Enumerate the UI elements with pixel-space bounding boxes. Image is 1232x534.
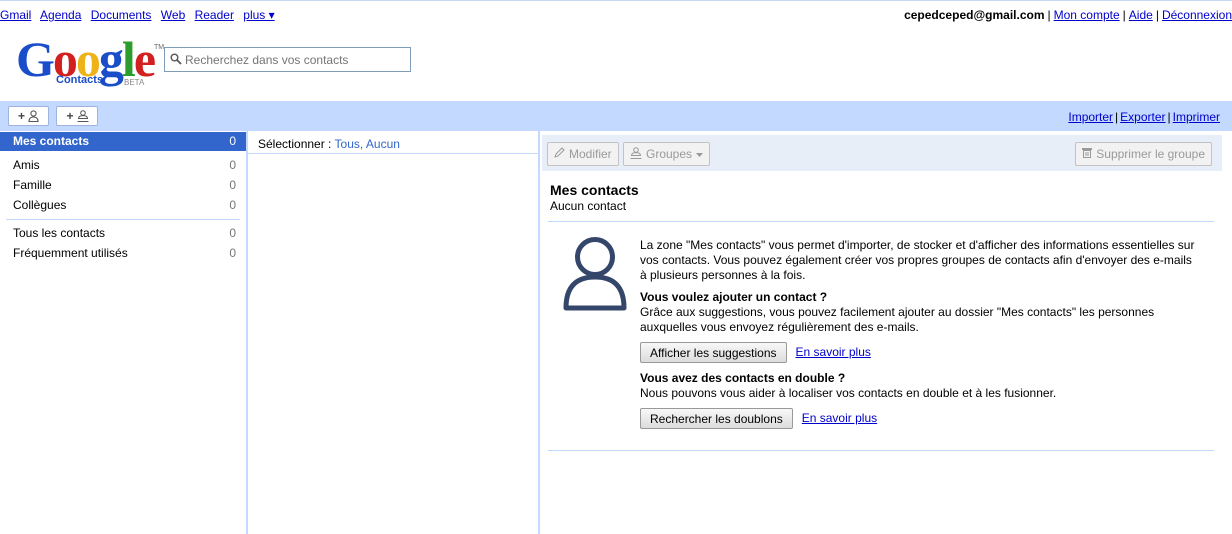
group-item-friends[interactable]: Amis 0 bbox=[0, 155, 246, 175]
details-divider-top bbox=[548, 221, 1214, 222]
group-count: 0 bbox=[229, 226, 236, 240]
delete-group-button[interactable]: Supprimer le groupe bbox=[1075, 142, 1212, 166]
group-count: 0 bbox=[229, 198, 236, 212]
groups-panel: Mes contacts 0 Amis 0 Famille 0 Collègue… bbox=[0, 131, 248, 534]
plus-label: + bbox=[17, 109, 25, 123]
add-group-button[interactable]: + bbox=[56, 106, 98, 126]
select-all-link[interactable]: Tous bbox=[335, 137, 360, 151]
user-bar: cepedceped@gmail.com | Mon compte | Aide | Déc… bbox=[904, 8, 1232, 22]
group-item-family[interactable]: Famille 0 bbox=[0, 175, 246, 195]
group-count: 0 bbox=[229, 178, 236, 192]
user-email: cepedceped@gmail.com bbox=[904, 8, 1045, 22]
top-navigation: Gmail Agenda Documents Web Reader plus ▾… bbox=[0, 0, 1232, 28]
reader-link[interactable]: Reader bbox=[195, 8, 234, 22]
separator: | bbox=[1167, 110, 1171, 124]
group-divider bbox=[6, 219, 240, 220]
duplicates-text: Nous pouvons vous aider à localiser vos … bbox=[640, 386, 1057, 400]
empty-state-info: La zone "Mes contacts" vous permet d'imp… bbox=[640, 238, 1200, 437]
details-subtitle: Aucun contact bbox=[550, 199, 627, 213]
group-label: Mes contacts bbox=[13, 134, 90, 148]
search-icon bbox=[170, 53, 182, 65]
agenda-link[interactable]: Agenda bbox=[40, 8, 81, 22]
trash-icon bbox=[1082, 147, 1093, 161]
learn-more-link[interactable]: En savoir plus bbox=[796, 345, 871, 360]
more-products-link[interactable]: plus ▾ bbox=[243, 8, 274, 22]
delete-group-label: Supprimer le groupe bbox=[1096, 147, 1205, 161]
logo-letter: G bbox=[16, 31, 55, 87]
help-link[interactable]: Aide bbox=[1129, 8, 1153, 22]
google-contacts-logo[interactable]: Google TM Contacts BETA bbox=[16, 31, 164, 90]
contact-details-panel: Modifier Groupes Supprimer le groupe Mes… bbox=[542, 131, 1232, 534]
search-box[interactable] bbox=[164, 47, 411, 72]
group-item-frequent[interactable]: Fréquemment utilisés 0 bbox=[0, 243, 246, 263]
find-duplicates-button[interactable]: Rechercher les doublons bbox=[640, 408, 793, 429]
group-count: 0 bbox=[229, 134, 236, 148]
groups-label: Groupes bbox=[646, 147, 693, 161]
group-label: Amis bbox=[13, 158, 40, 172]
select-none-link[interactable]: Aucun bbox=[366, 137, 400, 151]
separator: | bbox=[1155, 8, 1159, 22]
list-header-rule bbox=[248, 153, 538, 154]
export-link[interactable]: Exporter bbox=[1120, 110, 1165, 124]
group-count: 0 bbox=[229, 246, 236, 260]
gmail-link[interactable]: Gmail bbox=[0, 8, 31, 22]
print-link[interactable]: Imprimer bbox=[1173, 110, 1220, 124]
top-rule bbox=[0, 0, 1232, 1]
import-export-links: Importer | Exporter | Imprimer bbox=[1068, 110, 1220, 124]
web-link[interactable]: Web bbox=[161, 8, 185, 22]
avatar-icon bbox=[562, 234, 628, 312]
learn-more-link[interactable]: En savoir plus bbox=[802, 411, 877, 426]
group-item-colleagues[interactable]: Collègues 0 bbox=[0, 195, 246, 215]
my-account-link[interactable]: Mon compte bbox=[1054, 8, 1120, 22]
product-links: Gmail Agenda Documents Web Reader plus ▾ bbox=[0, 8, 275, 22]
separator: | bbox=[1115, 110, 1119, 124]
import-link[interactable]: Importer bbox=[1068, 110, 1113, 124]
selection-row: Sélectionner : Tous, Aucun bbox=[258, 137, 400, 151]
logo-trademark: TM bbox=[154, 44, 165, 51]
logo-product-name: Contacts bbox=[56, 74, 104, 86]
select-label: Sélectionner : bbox=[258, 137, 332, 151]
suggestions-actions: Afficher les suggestions En savoir plus bbox=[640, 342, 1200, 363]
person-add-icon bbox=[28, 110, 39, 123]
details-toolbar: Modifier Groupes Supprimer le groupe bbox=[542, 135, 1222, 171]
logout-link[interactable]: Déconnexion bbox=[1162, 8, 1232, 22]
add-contact-button[interactable]: + bbox=[8, 106, 49, 126]
group-label: Famille bbox=[13, 178, 52, 192]
edit-label: Modifier bbox=[569, 147, 612, 161]
separator: | bbox=[1122, 8, 1126, 22]
duplicates-heading: Vous avez des contacts en double ? bbox=[640, 371, 846, 385]
dropdown-arrow-icon bbox=[696, 147, 704, 161]
duplicates-actions: Rechercher les doublons En savoir plus bbox=[640, 408, 1200, 429]
group-item-my-contacts[interactable]: Mes contacts 0 bbox=[0, 132, 246, 151]
groups-dropdown-button[interactable]: Groupes bbox=[623, 142, 711, 166]
group-add-icon bbox=[77, 110, 88, 122]
group-label: Collègues bbox=[13, 198, 67, 212]
details-divider-bottom bbox=[548, 450, 1214, 451]
group-label: Fréquemment utilisés bbox=[13, 246, 128, 260]
search-input[interactable] bbox=[185, 50, 407, 69]
logo-beta-tag: BETA bbox=[124, 78, 145, 87]
documents-link[interactable]: Documents bbox=[91, 8, 152, 22]
details-title: Mes contacts bbox=[550, 182, 639, 198]
group-icon bbox=[630, 146, 642, 162]
plus-label: + bbox=[66, 109, 74, 123]
show-suggestions-button[interactable]: Afficher les suggestions bbox=[640, 342, 787, 363]
group-label: Tous les contacts bbox=[13, 226, 106, 240]
add-contact-heading: Vous voulez ajouter un contact ? bbox=[640, 290, 828, 304]
separator: | bbox=[1047, 8, 1051, 22]
group-count: 0 bbox=[229, 158, 236, 172]
add-contact-text: Grâce aux suggestions, vous pouvez facil… bbox=[640, 305, 1155, 334]
edit-button[interactable]: Modifier bbox=[547, 142, 619, 166]
main-toolbar: + + Importer | Exporter | Imprimer bbox=[0, 101, 1232, 131]
pencil-icon bbox=[554, 147, 565, 161]
contact-list-panel: Sélectionner : Tous, Aucun bbox=[248, 131, 540, 534]
group-item-all-contacts[interactable]: Tous les contacts 0 bbox=[0, 223, 246, 243]
intro-text: La zone "Mes contacts" vous permet d'imp… bbox=[640, 238, 1195, 282]
